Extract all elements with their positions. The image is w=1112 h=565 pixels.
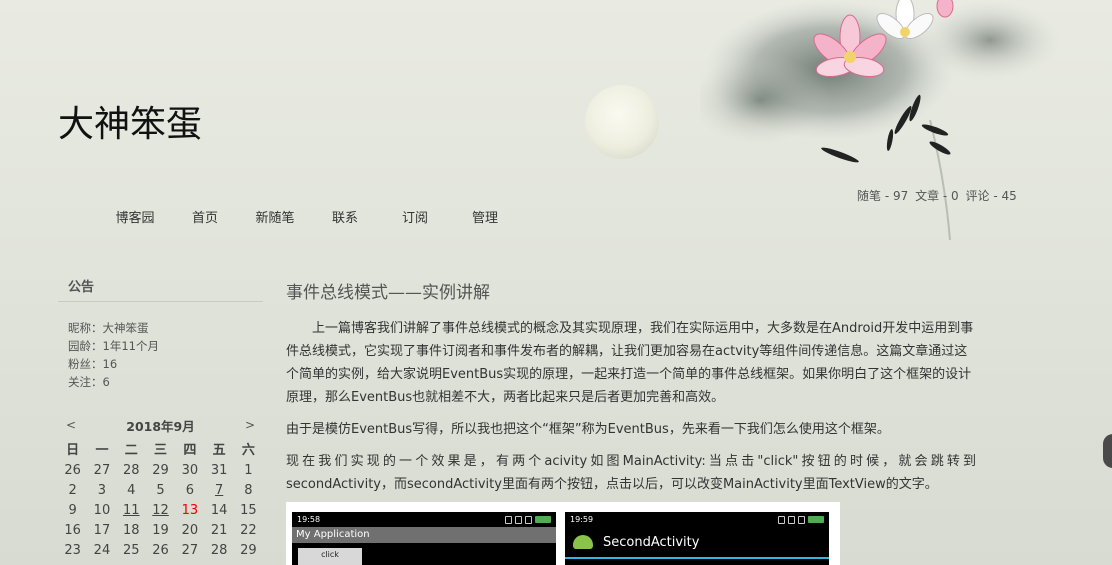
calendar-next-button[interactable]: >	[245, 418, 255, 432]
calendar-prev-button[interactable]: <	[66, 418, 76, 432]
calendar-today: 13	[181, 503, 199, 518]
calendar-grid: 日一二三四五六 26 27 28 29 30 31 1 2 3 4 5 6 7 8 9 10 11 12 13 14 15…	[58, 441, 263, 561]
calendar-day: 27	[93, 463, 111, 478]
nav-manage[interactable]: 管理	[450, 207, 520, 226]
calendar-day: 5	[156, 483, 165, 498]
post-paragraph-3: 现在我们实现的一个效果是，有两个acivity如图MainActivity:当点…	[286, 454, 976, 492]
nav-home[interactable]: 首页	[170, 207, 240, 226]
calendar-weekday: 二	[124, 443, 138, 458]
status-bar: 19:58	[292, 512, 556, 527]
profile-age[interactable]: 园龄：1年11个月	[68, 339, 159, 353]
calendar-day: 15	[240, 503, 257, 518]
nav-cnblogs[interactable]: 博客园	[100, 207, 170, 226]
status-icons	[778, 515, 824, 524]
calendar-day: 3	[97, 483, 107, 498]
calendar-day: 8	[244, 483, 253, 498]
calendar-day: 10	[93, 503, 111, 518]
calendar-weekday: 五	[212, 443, 226, 458]
calendar-day-link[interactable]: 7	[204, 481, 233, 501]
calendar-day: 24	[93, 543, 111, 558]
calendar-day: 22	[240, 523, 257, 538]
post-paragraph-1: 上一篇博客我们讲解了事件总线模式的概念及其实现原理，我们在实际运用中，大多数是在…	[286, 321, 974, 405]
nav-new-post[interactable]: 新随笔	[240, 207, 310, 226]
calendar-day: 17	[93, 523, 111, 538]
calendar-day: 27	[181, 543, 199, 558]
calendar-day-link[interactable]: 12	[146, 501, 175, 521]
post-screenshots: 19:58 My Application click 19:59 SecondA…	[286, 502, 840, 565]
nav-subscribe[interactable]: 订阅	[380, 207, 450, 226]
moon-decoration	[585, 85, 659, 159]
screenshot-second-activity: 19:59 SecondActivity	[565, 512, 829, 565]
calendar-day: 1	[244, 463, 253, 478]
calendar-day: 29	[152, 463, 169, 478]
calendar-day: 19	[152, 523, 169, 538]
calendar-month: 2018年9月	[126, 418, 195, 434]
calendar-day: 25	[122, 543, 140, 558]
calendar-day: 26	[152, 543, 169, 558]
main-nav: 博客园 首页 新随笔 联系 订阅 管理	[100, 207, 520, 226]
post: 事件总线模式——实例讲解 上一篇博客我们讲解了事件总线模式的概念及其实现原理，我…	[286, 278, 976, 505]
sidebar: 公告 昵称：大神笨蛋 园龄：1年11个月 粉丝：16 关注：6	[58, 276, 263, 391]
calendar-day: 2	[68, 483, 77, 498]
status-bar: 19:59	[565, 512, 829, 527]
calendar: < 2018年9月 > 日一二三四五六 26 27 28 29 30 31 1 2 3 4 5 6 7 8 9…	[58, 415, 263, 561]
profile-fans[interactable]: 粉丝：16	[68, 357, 117, 371]
blog-header: 大神笨蛋 博客园 首页 新随笔 联系 订阅 管理 随笔 - 97 文章 - 0 …	[0, 0, 1112, 250]
action-bar-title: SecondActivity	[603, 534, 700, 550]
screenshot-main-activity: 19:58 My Application click	[292, 512, 556, 565]
notice-profile: 昵称：大神笨蛋 园龄：1年11个月 粉丝：16 关注：6	[58, 302, 263, 391]
click-button: click	[298, 548, 362, 565]
calendar-day: 29	[240, 543, 257, 558]
stat-posts: 随笔 - 97	[857, 189, 909, 203]
android-icon	[573, 535, 593, 549]
calendar-weekday: 日	[66, 443, 80, 458]
status-icons	[505, 515, 551, 524]
calendar-day: 18	[122, 523, 140, 538]
status-time: 19:59	[570, 515, 594, 524]
stat-articles: 文章 - 0	[915, 189, 959, 203]
profile-nickname[interactable]: 昵称：大神笨蛋	[68, 321, 149, 335]
calendar-header: < 2018年9月 >	[58, 415, 263, 435]
status-time: 19:58	[297, 515, 321, 524]
calendar-weekday: 四	[183, 443, 197, 458]
calendar-day: 6	[185, 483, 194, 498]
calendar-day-link[interactable]: 11	[117, 501, 146, 521]
calendar-weekday: 三	[154, 443, 168, 458]
floating-side-tab[interactable]	[1103, 434, 1112, 468]
calendar-weekday: 六	[241, 443, 255, 458]
lotus-painting	[700, 0, 1060, 241]
calendar-weekday: 一	[95, 443, 109, 458]
blog-title[interactable]: 大神笨蛋	[58, 95, 202, 147]
app-title-bar: My Application	[292, 527, 556, 543]
calendar-day: 23	[64, 543, 81, 558]
calendar-day: 30	[181, 463, 199, 478]
calendar-day: 16	[64, 523, 81, 538]
calendar-day: 14	[210, 503, 228, 518]
post-title[interactable]: 事件总线模式——实例讲解	[286, 278, 976, 303]
calendar-day: 28	[122, 463, 140, 478]
calendar-day: 20	[181, 523, 199, 538]
calendar-day: 28	[210, 543, 228, 558]
blog-stats: 随笔 - 97 文章 - 0 评论 - 45	[857, 187, 1020, 204]
notice-title: 公告	[58, 276, 263, 302]
post-paragraph-2: 由于是模仿EventBus写得，所以我也把这个“框架”称为EventBus，先来…	[286, 422, 890, 437]
calendar-day: 9	[68, 503, 77, 518]
calendar-day: 26	[64, 463, 81, 478]
calendar-day: 4	[127, 483, 136, 498]
stat-comments: 评论 - 45	[965, 189, 1017, 203]
nav-contact[interactable]: 联系	[310, 207, 380, 226]
action-bar: SecondActivity	[565, 527, 829, 559]
profile-follows[interactable]: 关注：6	[68, 375, 110, 389]
calendar-day: 21	[210, 523, 228, 538]
calendar-day: 31	[210, 463, 228, 478]
